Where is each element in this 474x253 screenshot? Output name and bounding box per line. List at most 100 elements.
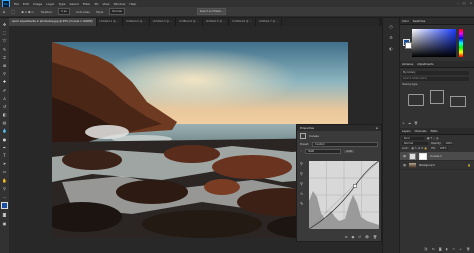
menu-help[interactable]: Help (129, 2, 136, 6)
dodge-tool-icon[interactable]: ● (2, 137, 7, 142)
tab-document[interactable]: Untitled-3 @ ... (150, 18, 177, 26)
home-icon[interactable]: ⌂ (3, 9, 6, 14)
color-swatches[interactable] (1, 202, 10, 212)
properties-icon[interactable]: ⚙ (388, 35, 394, 40)
eyedropper-gray-icon[interactable]: ⚲ (300, 171, 303, 176)
trash-icon[interactable]: 🗑 (414, 121, 418, 125)
tab-document[interactable]: Untitled-6 @ ... (229, 18, 256, 26)
tab-adjustments[interactable]: Adjustments (417, 63, 433, 66)
tab-color[interactable]: Color (402, 20, 409, 23)
menu-edit[interactable]: Edit (23, 2, 29, 6)
foreground-color-swatch[interactable] (1, 202, 8, 209)
brush-tool-icon[interactable]: ✐ (2, 88, 7, 93)
link-layers-icon[interactable]: ⛓ (424, 247, 428, 251)
quick-select-tool-icon[interactable]: ✎ (2, 47, 7, 52)
quick-mask-icon[interactable]: ◙ (2, 212, 7, 217)
hue-slider[interactable] (459, 29, 463, 57)
curve-edit-icon[interactable]: ∿ (300, 191, 303, 196)
tab-document[interactable]: Untitled-7 @ ... (256, 18, 283, 26)
opacity-input[interactable]: 100% (444, 142, 454, 145)
clip-to-layer-icon[interactable]: ⧉ (345, 235, 347, 239)
delete-layer-icon[interactable]: 🗑 (466, 247, 470, 251)
auto-button[interactable]: Auto (344, 150, 355, 153)
blend-mode-select[interactable]: Normal (402, 142, 428, 145)
menu-filter[interactable]: Filter (83, 2, 90, 6)
layer-row-background[interactable]: 👁 Background 🔒 (400, 161, 474, 170)
visibility-eye-icon[interactable]: 👁 (403, 155, 406, 158)
marquee-tool-icon[interactable]: ⬚ (2, 30, 7, 35)
eyedropper-tool-icon[interactable]: ⚲ (2, 71, 7, 76)
frame-tool-icon[interactable]: ⊠ (2, 63, 7, 68)
fill-input[interactable]: 100% (438, 147, 448, 150)
filter-icons[interactable]: ▣T⬚◍ (427, 137, 439, 140)
reset-icon[interactable]: ↺ (358, 235, 361, 239)
tab-swatches[interactable]: Swatches (413, 20, 425, 23)
layer-mask-thumbnail[interactable] (419, 152, 428, 160)
fx-icon[interactable]: fx (432, 247, 435, 251)
tab-channels[interactable]: Channels (415, 130, 427, 133)
crop-tool-icon[interactable]: ⌗ (2, 55, 7, 60)
path-select-icon[interactable]: ➤ (2, 161, 7, 166)
layer-row-curves[interactable]: 👁 Curves 1 (400, 152, 474, 161)
gradient-tool-icon[interactable]: ▤ (2, 120, 7, 125)
adjust-icon[interactable]: ◐ (388, 46, 394, 51)
panel-menu-icon[interactable]: ≡ (376, 125, 378, 131)
view-previous-icon[interactable]: ◉ (351, 235, 354, 239)
minimize-icon[interactable]: – (457, 1, 459, 5)
history-brush-icon[interactable]: ↺ (2, 104, 7, 109)
eyedropper-white-icon[interactable]: ⚲ (300, 181, 303, 186)
visibility-icon[interactable]: 👁 (365, 235, 369, 239)
menu-select[interactable]: Select (70, 2, 79, 6)
library-search[interactable]: Search Adobe Stock (402, 77, 469, 81)
eraser-tool-icon[interactable]: ◧ (2, 112, 7, 117)
preset-select[interactable]: Custom (311, 142, 378, 147)
healing-brush-icon[interactable]: ✚ (2, 79, 7, 84)
menu-view[interactable]: View (102, 2, 109, 6)
delete-icon[interactable]: 🗑 (373, 235, 377, 239)
blur-tool-icon[interactable]: 💧 (2, 128, 7, 133)
hand-tool-icon[interactable]: ✋ (2, 178, 7, 183)
add-mask-icon[interactable]: ◙ (439, 247, 442, 251)
close-icon[interactable]: × (469, 1, 472, 5)
library-select[interactable]: My Library (402, 71, 469, 75)
hand-adjust-icon[interactable]: ☞ (300, 150, 302, 153)
screen-mode-icon[interactable]: ▣ (2, 221, 7, 226)
tab-paths[interactable]: Paths (431, 130, 438, 133)
color-picker-field[interactable] (412, 29, 456, 57)
tab-libraries[interactable]: Libraries (402, 63, 413, 66)
new-layer-icon[interactable]: ＋ (459, 247, 462, 251)
lasso-tool-icon[interactable]: ➰ (2, 38, 7, 43)
clone-stamp-icon[interactable]: ♙ (2, 96, 7, 101)
move-tool-icon[interactable]: ✥ (2, 22, 7, 27)
new-adjustment-icon[interactable]: ◐ (446, 247, 449, 251)
type-tool-icon[interactable]: T (2, 153, 7, 158)
history-icon[interactable]: ◷ (388, 24, 394, 29)
view-by-label[interactable]: View by type (402, 83, 417, 86)
tab-document[interactable]: Untitled-4 @ ... (176, 18, 203, 26)
tab-document[interactable]: Untitled-5 @ ... (203, 18, 230, 26)
channel-select[interactable]: RGB (305, 149, 342, 154)
bg-swatch[interactable] (405, 42, 412, 49)
zoom-tool-icon[interactable]: ⚲ (2, 186, 7, 191)
rectangle-tool-icon[interactable]: ▭ (2, 169, 7, 174)
menu-type[interactable]: Type (59, 2, 66, 6)
marquee-tool-icon[interactable]: ⬚ (12, 9, 16, 14)
menu-image[interactable]: Image (33, 2, 42, 6)
new-group-icon[interactable]: ▭ (452, 247, 455, 251)
filter-kind-select[interactable]: Kind (402, 137, 424, 140)
tab-document-active[interactable]: quick adjustments in photoshop.jpg @ 95%… (9, 18, 97, 26)
curves-graph[interactable] (309, 161, 379, 229)
tab-document[interactable]: Untitled-2 @ ... (123, 18, 150, 26)
menu-layer[interactable]: Layer (46, 2, 54, 6)
lock-icons[interactable]: ▦✎✥⊡🔒 (412, 147, 429, 150)
menu-3d[interactable]: 3D (94, 2, 98, 6)
cloud-icon[interactable]: ☁ (408, 121, 411, 125)
more-tools-icon[interactable]: … (2, 194, 7, 199)
anti-alias-checkbox[interactable]: Anti-alias (76, 10, 90, 14)
tab-layers[interactable]: Layers (402, 130, 411, 133)
selection-mode-icons[interactable]: ▪▫▪▫ (21, 10, 35, 14)
add-content-icon[interactable]: ＋ (402, 121, 405, 125)
menu-file[interactable]: File (14, 2, 19, 6)
style-select[interactable]: Normal (109, 8, 125, 15)
maximize-icon[interactable]: □ (463, 1, 466, 5)
